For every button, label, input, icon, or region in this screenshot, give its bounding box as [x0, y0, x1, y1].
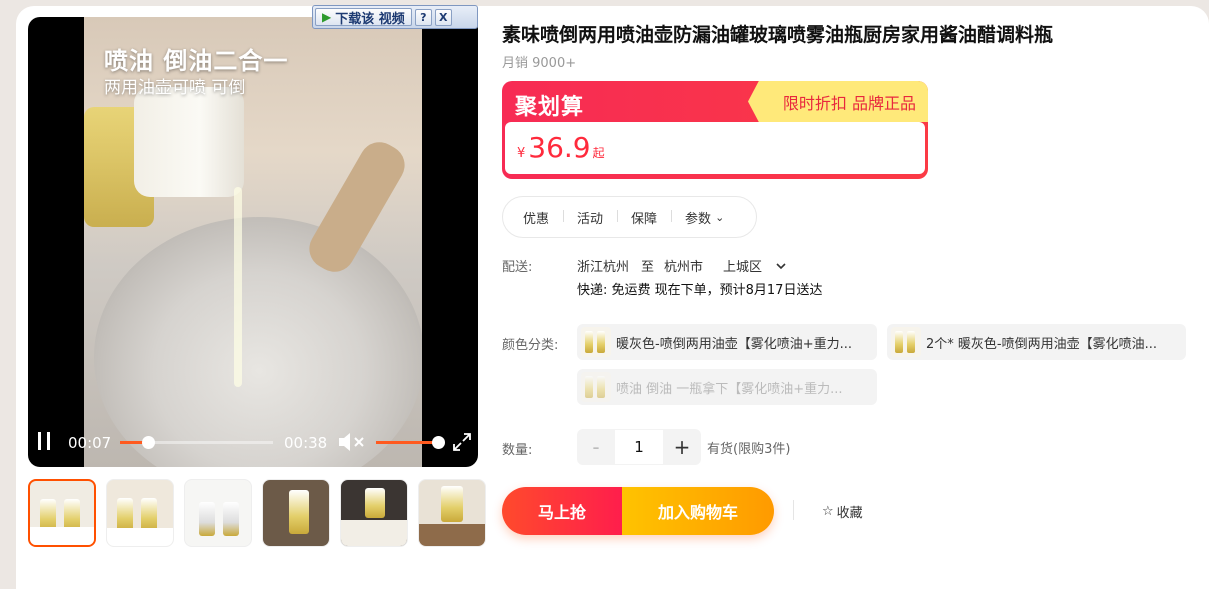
pause-icon[interactable]	[38, 432, 50, 450]
thumbnail-strip	[28, 479, 486, 547]
shipping-label: 配送:	[502, 260, 533, 275]
sku-thumbnail	[581, 372, 611, 402]
delivery-estimate: 快递: 免运费 现在下单，预计8月17日送达	[577, 283, 823, 298]
thumbnail[interactable]	[418, 479, 486, 547]
ship-city[interactable]: 杭州市	[664, 256, 703, 275]
promo-tag: 限时折扣 品牌正品	[748, 81, 928, 122]
mute-icon[interactable]	[336, 430, 366, 454]
current-time: 00:07	[68, 434, 112, 452]
thumbnail-image	[289, 490, 309, 534]
video-overlay-subtitle: 两用油壶可喷 可倒	[104, 78, 246, 98]
download-video-button[interactable]: ▶ 下载该 视频	[315, 8, 412, 27]
divider	[793, 500, 794, 520]
thumbnail-strip-bg	[341, 520, 407, 546]
stock-status: 有货(限购3件)	[707, 441, 791, 457]
thumbnail[interactable]	[28, 479, 96, 547]
currency-symbol: ¥	[517, 146, 526, 161]
product-video[interactable]: 喷油 倒油二合一 两用油壶可喷 可倒	[28, 17, 478, 467]
price: 36.9	[528, 131, 591, 164]
price-box: ¥ 36.9 起	[505, 122, 925, 174]
sku-thumbnail	[891, 327, 921, 357]
sku-option-text: 2个* 暖灰色-喷倒两用油壶【雾化喷油...	[926, 336, 1157, 352]
thumbnail-image	[223, 502, 239, 536]
fullscreen-icon[interactable]	[452, 432, 472, 452]
decrement-button[interactable]: -	[577, 429, 615, 465]
product-title: 素味喷倒两用喷油壶防漏油罐玻璃喷雾油瓶厨房家用酱油醋调料瓶	[502, 24, 1054, 46]
volume-knob[interactable]	[432, 436, 445, 449]
sku-thumbnail	[581, 327, 611, 357]
monthly-sales: 月销 9000+	[502, 56, 577, 71]
tab-label: 保障	[631, 211, 658, 227]
quantity-input[interactable]	[615, 429, 663, 465]
thumbnail[interactable]	[106, 479, 174, 547]
info-tabs: 优惠 活动 保障 参数 ⌄	[502, 196, 757, 238]
volume-fill	[376, 441, 438, 444]
sku-option[interactable]: 2个* 暖灰色-喷倒两用油壶【雾化喷油...	[887, 324, 1186, 360]
tab-guarantee[interactable]: 保障	[617, 208, 671, 227]
quantity-stepper: - + 有货(限购3件)	[577, 429, 790, 465]
thumbnail[interactable]	[262, 479, 330, 547]
thumbnail-image	[365, 488, 385, 518]
sku-option-text: 暖灰色-喷倒两用油壶【雾化喷油+重力...	[616, 336, 852, 352]
volume-slider[interactable]	[376, 436, 445, 449]
add-to-cart-button[interactable]: 加入购物车	[622, 487, 774, 535]
sku-option-disabled: 喷油 倒油 一瓶拿下【雾化喷油+重力...	[577, 369, 877, 405]
sku-option[interactable]: 暖灰色-喷倒两用油壶【雾化喷油+重力...	[577, 324, 877, 360]
favorite-label: 收藏	[836, 506, 863, 521]
increment-button[interactable]: +	[663, 429, 701, 465]
progress-bar[interactable]	[120, 436, 273, 449]
chevron-down-icon[interactable]	[774, 259, 788, 273]
tab-activity[interactable]: 活动	[563, 208, 617, 227]
tab-params[interactable]: 参数 ⌄	[671, 208, 738, 227]
progress-knob[interactable]	[141, 436, 155, 449]
promo-brand: 聚划算	[515, 95, 585, 120]
thumbnail-strip-bg	[419, 524, 485, 546]
chevron-down-icon: ⌄	[715, 210, 725, 224]
thumbnail-strip-bg	[30, 527, 94, 545]
tab-discount[interactable]: 优惠	[509, 208, 563, 227]
play-icon: ▶	[322, 10, 332, 24]
video-download-toolbar: ▶ 下载该 视频 ? X	[312, 5, 478, 29]
thumbnail-image	[441, 486, 463, 522]
shipping-route: 浙江杭州 至 杭州市 上城区	[577, 256, 788, 275]
sku-option-text: 喷油 倒油 一瓶拿下【雾化喷油+重力...	[616, 381, 843, 397]
thumbnail[interactable]	[184, 479, 252, 547]
video-overlay-title: 喷油 倒油二合一	[104, 47, 289, 75]
purchase-actions: 马上抢 加入购物车	[502, 487, 774, 535]
close-button[interactable]: X	[434, 8, 452, 26]
bottle-image	[134, 87, 244, 197]
thumbnail-strip-bg	[107, 528, 173, 546]
thumbnail-image	[117, 498, 133, 532]
ship-to-word: 至	[641, 260, 655, 275]
ship-from: 浙江杭州	[577, 260, 630, 275]
oil-stream-image	[234, 187, 242, 387]
tab-label: 优惠	[523, 211, 550, 227]
thumbnail-image	[199, 502, 215, 536]
promo-panel: 聚划算 限时折扣 品牌正品 ¥ 36.9 起	[502, 81, 928, 179]
buy-now-button[interactable]: 马上抢	[502, 487, 622, 535]
help-button[interactable]: ?	[414, 8, 432, 26]
quantity-label: 数量:	[502, 443, 533, 458]
duration: 00:38	[284, 434, 328, 452]
video-controls: 00:07 00:38	[28, 428, 478, 458]
thumbnail-image	[141, 498, 157, 532]
ship-district[interactable]: 上城区	[723, 256, 762, 275]
price-suffix: 起	[592, 146, 605, 160]
download-video-label: 下载该 视频	[335, 11, 405, 27]
sku-label: 颜色分类:	[502, 338, 559, 353]
tab-label: 参数	[685, 211, 712, 227]
tab-label: 活动	[577, 211, 604, 227]
thumbnail[interactable]	[340, 479, 408, 547]
star-icon: ☆	[822, 504, 834, 519]
favorite-button[interactable]: ☆ 收藏	[822, 502, 863, 521]
